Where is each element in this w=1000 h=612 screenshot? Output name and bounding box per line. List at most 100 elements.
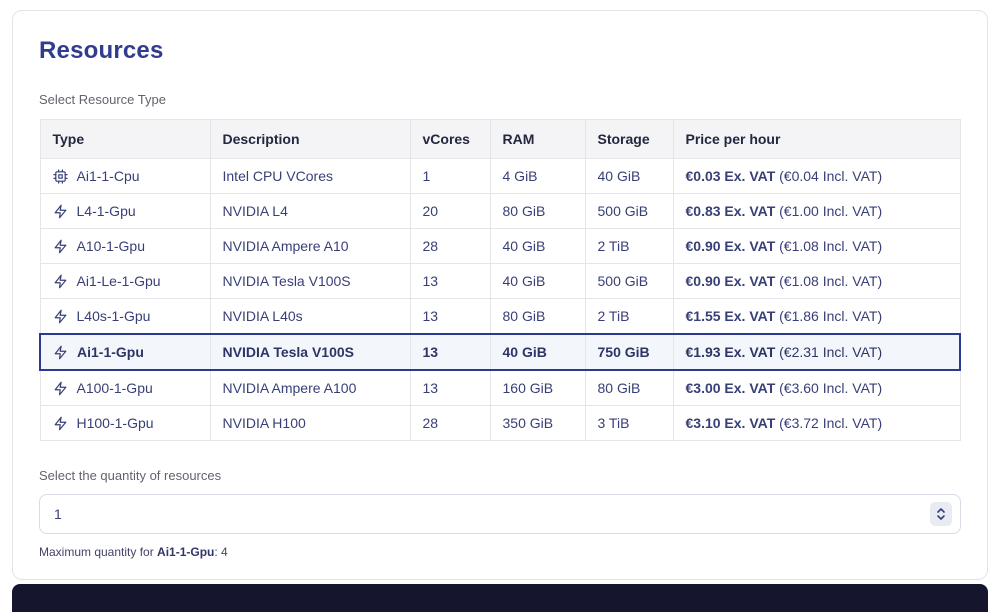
resources-card: Resources Select Resource Type Type Desc… [12, 10, 988, 580]
resource-row-Ai1-1-Cpu[interactable]: Ai1-1-CpuIntel CPU VCores14 GiB40 GiB€0.… [40, 159, 960, 194]
price-ex-vat: €0.90 Ex. VAT [686, 273, 776, 289]
column-header-description: Description [210, 120, 410, 159]
price-ex-vat: €3.10 Ex. VAT [686, 415, 776, 431]
price-cell: €0.03 Ex. VAT (€0.04 Incl. VAT) [673, 159, 960, 194]
column-header-vcores: vCores [410, 120, 490, 159]
type-cell[interactable]: L40s-1-Gpu [40, 299, 210, 335]
type-label: L40s-1-Gpu [77, 308, 151, 324]
vcores-cell: 13 [410, 264, 490, 299]
ram-cell: 350 GiB [490, 406, 585, 441]
column-header-storage: Storage [585, 120, 673, 159]
description-cell: NVIDIA H100 [210, 406, 410, 441]
max-quantity-note: Maximum quantity for Ai1-1-Gpu: 4 [39, 545, 961, 559]
column-header-type: Type [40, 120, 210, 159]
price-incl-vat: (€1.08 Incl. VAT) [779, 273, 882, 289]
storage-cell: 80 GiB [585, 370, 673, 406]
resource-row-L4-1-Gpu[interactable]: L4-1-GpuNVIDIA L42080 GiB500 GiB€0.83 Ex… [40, 194, 960, 229]
type-label: Ai1-Le-1-Gpu [77, 273, 161, 289]
resource-row-L40s-1-Gpu[interactable]: L40s-1-GpuNVIDIA L40s1380 GiB2 TiB€1.55 … [40, 299, 960, 335]
vcores-cell: 28 [410, 406, 490, 441]
description-cell: NVIDIA Tesla V100S [210, 334, 410, 370]
type-label: L4-1-Gpu [77, 203, 136, 219]
price-incl-vat: (€1.08 Incl. VAT) [779, 238, 882, 254]
type-label: Ai1-1-Gpu [77, 344, 144, 360]
gpu-icon [53, 345, 68, 360]
page-title: Resources [39, 37, 961, 65]
resource-row-Ai1-1-Gpu[interactable]: Ai1-1-Gpu NVIDIA Tesla V100S1340 GiB750 G… [40, 334, 960, 370]
storage-cell: 40 GiB [585, 159, 673, 194]
gpu-icon [53, 204, 68, 219]
price-ex-vat: €1.93 Ex. VAT [686, 344, 776, 360]
price-cell: €1.55 Ex. VAT (€1.86 Incl. VAT) [673, 299, 960, 335]
ram-cell: 160 GiB [490, 370, 585, 406]
resource-row-A100-1-Gpu[interactable]: A100-1-GpuNVIDIA Ampere A10013160 GiB80 … [40, 370, 960, 406]
ram-cell: 40 GiB [490, 334, 585, 370]
price-incl-vat: (€1.86 Incl. VAT) [779, 308, 882, 324]
ram-cell: 40 GiB [490, 229, 585, 264]
resource-row-A10-1-Gpu[interactable]: A10-1-Gpu NVIDIA Ampere A102840 GiB2 TiB€… [40, 229, 960, 264]
quantity-label: Select the quantity of resources [39, 468, 961, 483]
max-quantity-prefix: Maximum quantity for [39, 545, 157, 559]
type-cell[interactable]: Ai1-1-Gpu [40, 334, 210, 370]
price-cell: €1.93 Ex. VAT (€2.31 Incl. VAT) [673, 334, 960, 370]
storage-cell: 2 TiB [585, 229, 673, 264]
price-ex-vat: €0.03 Ex. VAT [686, 168, 776, 184]
storage-cell: 750 GiB [585, 334, 673, 370]
price-cell: €0.83 Ex. VAT (€1.00 Incl. VAT) [673, 194, 960, 229]
price-cell: €0.90 Ex. VAT (€1.08 Incl. VAT) [673, 264, 960, 299]
vcores-cell: 28 [410, 229, 490, 264]
column-header-ram: RAM [490, 120, 585, 159]
type-cell[interactable]: H100-1-Gpu [40, 406, 210, 441]
gpu-icon [53, 239, 68, 254]
table-header-row: Type Description vCores RAM Storage Pric… [40, 120, 960, 159]
resource-table-body: Ai1-1-CpuIntel CPU VCores14 GiB40 GiB€0.… [40, 159, 960, 441]
price-incl-vat: (€1.00 Incl. VAT) [779, 203, 882, 219]
type-cell[interactable]: A10-1-Gpu [40, 229, 210, 264]
description-cell: NVIDIA Tesla V100S [210, 264, 410, 299]
column-header-price: Price per hour [673, 120, 960, 159]
type-label: A100-1-Gpu [77, 380, 153, 396]
quantity-stepper[interactable] [930, 502, 952, 526]
footer-bar [12, 584, 988, 612]
type-label: H100-1-Gpu [77, 415, 154, 431]
stepper-chevrons-icon [936, 507, 946, 521]
type-label: Ai1-1-Cpu [77, 168, 140, 184]
storage-cell: 2 TiB [585, 299, 673, 335]
max-quantity-suffix: : 4 [214, 545, 227, 559]
type-cell[interactable]: L4-1-Gpu [40, 194, 210, 229]
type-cell[interactable]: Ai1-1-Cpu [40, 159, 210, 194]
description-cell: NVIDIA L40s [210, 299, 410, 335]
resource-row-Ai1-Le-1-Gpu[interactable]: Ai1-Le-1-Gpu NVIDIA Tesla V100S1340 GiB50… [40, 264, 960, 299]
gpu-icon [53, 274, 68, 289]
resource-table: Type Description vCores RAM Storage Pric… [39, 119, 961, 441]
price-cell: €3.00 Ex. VAT (€3.60 Incl. VAT) [673, 370, 960, 406]
price-ex-vat: €0.83 Ex. VAT [686, 203, 776, 219]
gpu-icon [53, 381, 68, 396]
price-ex-vat: €3.00 Ex. VAT [686, 380, 776, 396]
quantity-input[interactable] [39, 494, 961, 534]
ram-cell: 4 GiB [490, 159, 585, 194]
type-label: A10-1-Gpu [77, 238, 145, 254]
description-cell: NVIDIA Ampere A10 [210, 229, 410, 264]
resource-type-label: Select Resource Type [39, 92, 961, 107]
price-cell: €3.10 Ex. VAT (€3.72 Incl. VAT) [673, 406, 960, 441]
quantity-input-wrap [39, 494, 961, 534]
type-cell[interactable]: A100-1-Gpu [40, 370, 210, 406]
ram-cell: 40 GiB [490, 264, 585, 299]
description-cell: NVIDIA L4 [210, 194, 410, 229]
resource-row-H100-1-Gpu[interactable]: H100-1-GpuNVIDIA H10028350 GiB3 TiB€3.10… [40, 406, 960, 441]
vcores-cell: 13 [410, 334, 490, 370]
gpu-icon [53, 416, 68, 431]
type-cell[interactable]: Ai1-Le-1-Gpu [40, 264, 210, 299]
vcores-cell: 1 [410, 159, 490, 194]
ram-cell: 80 GiB [490, 299, 585, 335]
storage-cell: 500 GiB [585, 264, 673, 299]
price-incl-vat: (€0.04 Incl. VAT) [779, 168, 882, 184]
price-incl-vat: (€3.60 Incl. VAT) [779, 380, 882, 396]
price-cell: €0.90 Ex. VAT (€1.08 Incl. VAT) [673, 229, 960, 264]
price-incl-vat: (€3.72 Incl. VAT) [779, 415, 882, 431]
price-incl-vat: (€2.31 Incl. VAT) [779, 344, 882, 360]
page: Resources Select Resource Type Type Desc… [0, 0, 1000, 612]
gpu-icon [53, 309, 68, 324]
ram-cell: 80 GiB [490, 194, 585, 229]
